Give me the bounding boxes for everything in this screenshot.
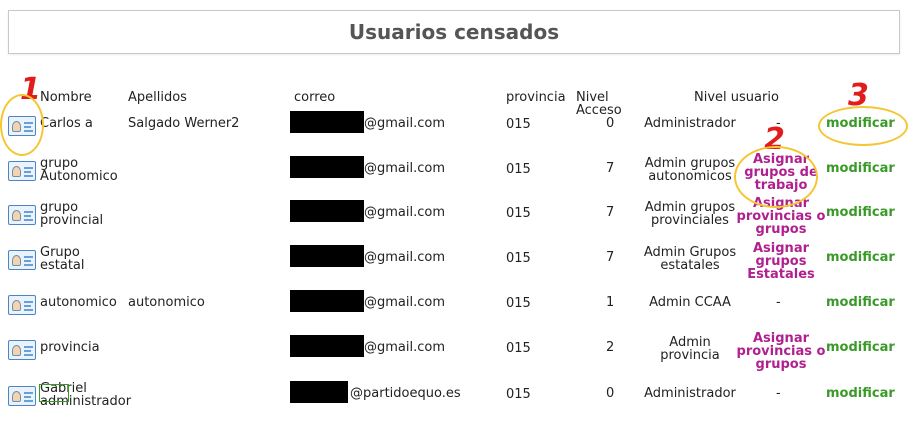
modificar-link[interactable]: modificar	[826, 340, 895, 355]
header-nombre: Nombre	[40, 90, 92, 105]
cell-nivel-acceso: 1	[606, 295, 615, 310]
cell-nivel-acceso: 0	[606, 116, 615, 131]
cell-accion-empty: -	[776, 295, 781, 310]
cell-correo-domain: @partidoequo.es	[350, 386, 461, 401]
page-title: Usuarios censados	[8, 10, 900, 54]
table-row: Grupo estatal @gmail.com 015 7 Admin Grupos es…	[0, 242, 920, 290]
cell-provincia: 015	[506, 387, 531, 402]
user-card-icon[interactable]	[8, 295, 36, 315]
cell-nivel-usuario: autonomicos	[648, 169, 732, 184]
cell-correo-domain: @gmail.com	[364, 250, 446, 265]
header-provincia: provincia	[506, 90, 566, 105]
cell-nivel-usuario: provinciales	[651, 213, 729, 228]
annotation-circle-2	[734, 146, 818, 208]
cell-correo-domain: @gmail.com	[364, 295, 446, 310]
assign-link[interactable]: Estatales	[736, 268, 826, 281]
cell-accion-empty: -	[776, 386, 781, 401]
assign-link[interactable]: grupos	[736, 358, 826, 371]
cell-nivel-acceso: 7	[606, 161, 615, 176]
redacted-email-block	[290, 335, 364, 357]
user-card-icon[interactable]	[8, 205, 36, 225]
cell-provincia: 015	[506, 162, 531, 177]
table-row: autonomico autonomico @gmail.com 015 1 Admin …	[0, 290, 920, 335]
user-card-icon[interactable]	[8, 340, 36, 360]
cell-nivel-usuario: estatales	[660, 258, 720, 273]
cell-nombre: autonomico	[40, 295, 117, 310]
cell-correo-domain: @gmail.com	[364, 116, 446, 131]
modificar-link[interactable]: modificar	[826, 250, 895, 265]
cell-nivel-acceso: 7	[606, 250, 615, 265]
cell-nombre: Carlos a	[40, 116, 93, 131]
annotation-circle-3	[818, 106, 908, 146]
cell-nombre: estatal	[40, 258, 85, 273]
cell-nombre: provincial	[40, 213, 104, 228]
header-correo: correo	[294, 90, 336, 105]
cell-provincia: 015	[506, 117, 531, 132]
modificar-link[interactable]: modificar	[826, 205, 895, 220]
cell-nombre: provincia	[40, 340, 100, 355]
user-card-icon[interactable]	[8, 161, 36, 181]
table-row: provincia @gmail.com 015 2 Admin provincia Asi…	[0, 332, 920, 380]
table-row: Gabriel administrador @partidoequo.es 015 0 A…	[0, 381, 920, 426]
cell-nivel-acceso: 7	[606, 205, 615, 220]
modificar-link[interactable]: modificar	[826, 386, 895, 401]
header-nivel-usuario: Nivel usuario	[694, 90, 779, 105]
cell-provincia: 015	[506, 206, 531, 221]
cell-nivel-acceso: 0	[606, 386, 615, 401]
cell-apellidos: Salgado Werner2	[128, 116, 240, 131]
cell-nivel-usuario: provincia	[660, 348, 720, 363]
cell-nivel-usuario: Administrador	[644, 386, 736, 401]
annotation-circle-1	[0, 94, 44, 156]
cell-provincia: 015	[506, 341, 531, 356]
cell-provincia: 015	[506, 296, 531, 311]
redacted-email-block	[290, 290, 364, 312]
modificar-link[interactable]: modificar	[826, 295, 895, 310]
header-apellidos: Apellidos	[128, 90, 187, 105]
cell-correo-domain: @gmail.com	[364, 340, 446, 355]
redacted-email-block	[290, 200, 364, 222]
redacted-email-block	[290, 245, 364, 267]
cell-apellidos: autonomico	[128, 295, 205, 310]
user-card-icon[interactable]	[8, 386, 36, 406]
cell-correo-domain: @gmail.com	[364, 161, 446, 176]
assign-link[interactable]: grupos	[736, 223, 826, 236]
redacted-email-block	[290, 156, 364, 178]
modificar-link[interactable]: modificar	[826, 161, 895, 176]
cell-provincia: 015	[506, 251, 531, 266]
user-card-icon[interactable]	[8, 250, 36, 270]
cell-nivel-acceso: 2	[606, 340, 615, 355]
cell-nivel-usuario: Admin CCAA	[649, 295, 731, 310]
cell-nombre: Autonomico	[40, 169, 118, 184]
cell-correo-domain: @gmail.com	[364, 205, 446, 220]
text-selection-highlight	[39, 384, 69, 402]
cell-nivel-usuario: Administrador	[644, 116, 736, 131]
redacted-email-block	[290, 381, 348, 403]
redacted-email-block	[290, 111, 364, 133]
